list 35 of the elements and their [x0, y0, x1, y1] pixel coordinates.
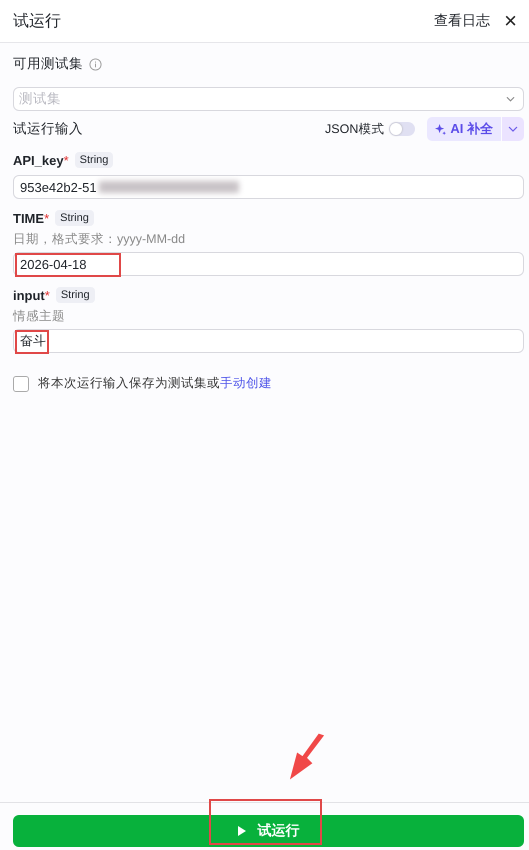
section-label: 试运行输入: [13, 120, 83, 138]
type-tag: String: [74, 152, 114, 168]
required-mark: *: [44, 288, 50, 302]
panel-title: 试运行: [13, 12, 61, 32]
field-name: API_key: [13, 152, 64, 168]
field-description: 日期，格式要求：yyyy-MM-dd: [13, 231, 186, 248]
field-name: input: [13, 288, 45, 302]
field-name: TIME: [13, 210, 44, 226]
save-option-text: 将本次运行输入保存为测试集或手动创建: [38, 375, 272, 392]
field-description: 情感主题: [13, 308, 66, 325]
sparkle-icon: [435, 124, 446, 134]
ai-complete-button[interactable]: AI 补全: [427, 117, 501, 141]
input-field[interactable]: 奋斗: [13, 329, 524, 353]
input-field[interactable]: 2026-04-18: [13, 252, 524, 276]
required-mark: *: [64, 152, 69, 168]
chevron-down-icon: [506, 96, 515, 102]
field-value: 953e42b2-51: [20, 180, 97, 194]
view-log-link[interactable]: 查看日志: [434, 12, 490, 30]
json-mode-toggle[interactable]: [389, 122, 416, 136]
ai-dropdown-button[interactable]: [502, 117, 524, 141]
play-icon: [238, 826, 246, 836]
chevron-down-icon: [508, 126, 518, 132]
save-checkbox[interactable]: [13, 376, 29, 392]
json-mode-label: JSON模式: [325, 120, 384, 138]
type-tag: String: [56, 287, 95, 303]
type-tag: String: [55, 210, 94, 226]
field-value: 奋斗: [20, 332, 46, 350]
manual-create-link[interactable]: 手动创建: [220, 376, 272, 390]
close-button[interactable]: ×: [504, 10, 517, 32]
section-label: 可用测试集: [13, 55, 83, 73]
required-mark: *: [44, 210, 50, 226]
select-placeholder: 测试集: [19, 90, 62, 108]
input-field[interactable]: 953e42b2-51: [13, 175, 524, 199]
field-value: 2026-04-18: [20, 256, 86, 272]
info-icon[interactable]: [89, 58, 102, 70]
